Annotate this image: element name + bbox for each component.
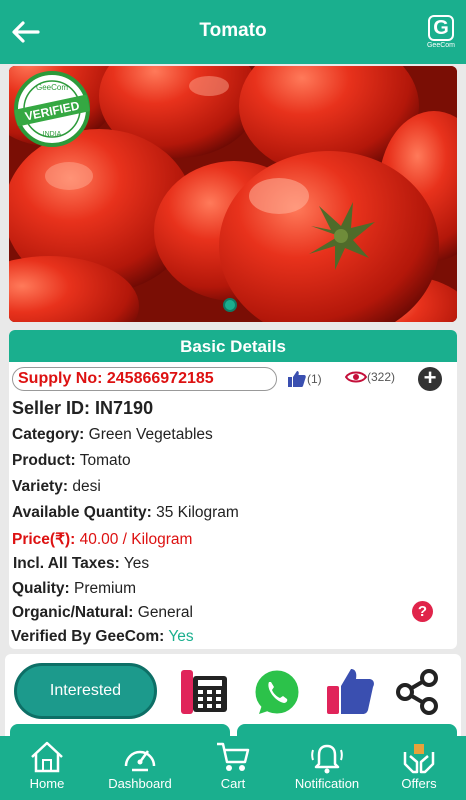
like-thumb-icon[interactable] [325, 666, 377, 718]
supply-number: Supply No: 245866972185 [12, 367, 277, 391]
bottom-navigation: Home Dashboard Cart Notification Offers [0, 736, 466, 800]
whatsapp-icon[interactable] [251, 666, 303, 718]
geecom-logo: G GeeCom [426, 15, 455, 49]
product-image[interactable]: GeeCom VERIFIED INDIA [9, 66, 457, 322]
nav-offers[interactable]: Offers [394, 736, 444, 800]
cart-icon [217, 742, 250, 771]
detail-quality: Quality: Premium [12, 580, 137, 597]
bell-icon [311, 744, 343, 774]
nav-home[interactable]: Home [18, 736, 76, 800]
offer-hands-icon [403, 744, 435, 774]
nav-notification[interactable]: Notification [284, 736, 370, 800]
nav-dashboard[interactable]: Dashboard [100, 736, 180, 800]
detail-organic: Organic/Natural: General [12, 604, 193, 621]
seller-id: Seller ID: IN7190 [12, 398, 154, 418]
telephone-icon[interactable] [177, 666, 229, 718]
svg-text:GeeCom: GeeCom [36, 83, 68, 92]
verified-badge: GeeCom VERIFIED INDIA [14, 71, 90, 147]
page-title: Tomato [199, 20, 267, 41]
section-title: Basic Details [9, 330, 457, 362]
detail-category: Category: Green Vegetables [12, 426, 213, 443]
detail-verified: Verified By GeeCom: Yes [11, 628, 194, 645]
help-question-icon[interactable]: ? [412, 601, 433, 622]
interested-button[interactable]: Interested [14, 663, 157, 719]
svg-text:INDIA: INDIA [43, 131, 62, 138]
detail-product: Product: Tomato [12, 452, 131, 469]
app-header: Tomato G GeeCom [0, 0, 466, 64]
likes-counter[interactable]: (1) [287, 370, 322, 388]
detail-variety: Variety: desi [12, 478, 101, 495]
nav-cart[interactable]: Cart [208, 736, 258, 800]
home-icon [31, 741, 63, 773]
eye-icon [345, 371, 367, 383]
add-plus-icon[interactable]: + [418, 367, 442, 391]
basic-details-card: Basic Details Supply No: 245866972185 (1… [9, 330, 457, 649]
views-count: (322) [367, 370, 396, 384]
likes-count: (1) [307, 372, 322, 386]
detail-taxes: Incl. All Taxes: Yes [13, 555, 150, 572]
detail-price: Price(₹): 40.00 / Kilogram [12, 531, 193, 548]
share-icon[interactable] [391, 666, 443, 718]
views-counter: (322) [345, 370, 395, 384]
thumbs-up-icon [288, 371, 306, 387]
speedometer-icon [124, 750, 156, 772]
carousel-indicator[interactable] [223, 298, 237, 312]
detail-quantity: Available Quantity: 35 Kilogram [12, 504, 239, 521]
